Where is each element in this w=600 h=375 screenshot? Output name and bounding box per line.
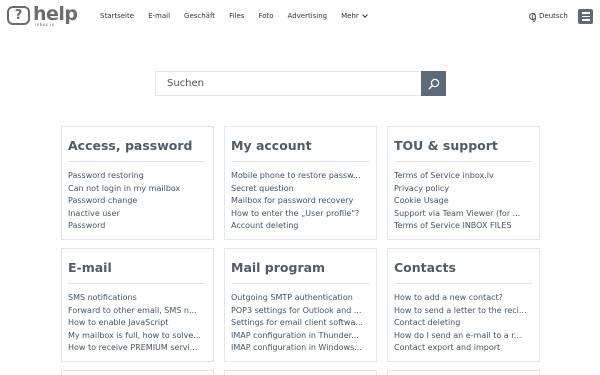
card-access-password: Access, password Password restoring Can … <box>61 126 214 240</box>
card-link[interactable]: How do I send an e-mail to a r... <box>394 330 533 343</box>
card-title[interactable]: TOU & support <box>394 138 533 154</box>
card-title[interactable]: Access, password <box>68 138 207 154</box>
card-title[interactable]: E-mail <box>68 260 207 276</box>
card-link[interactable]: My mailbox is full, how to solve... <box>68 330 207 343</box>
nav-files[interactable]: Files <box>229 12 244 20</box>
nav-foto[interactable]: Foto <box>258 12 273 20</box>
card-link[interactable]: Can not login in my mailbox <box>68 183 207 196</box>
card-link[interactable]: How to add a new contact? <box>394 292 533 305</box>
card-tou-support: TOU & support Terms of Service inbox.lv … <box>387 126 540 240</box>
card-link[interactable]: How to enable JavaScript <box>68 317 207 330</box>
nav-more-label: Mehr <box>341 12 359 20</box>
nav-geschaeft[interactable]: Geschäft <box>184 12 215 20</box>
card-link[interactable]: Privacy policy <box>394 183 533 196</box>
card-link[interactable]: How to send a letter to the reci... <box>394 305 533 318</box>
card-title[interactable]: Mail program <box>231 260 370 276</box>
divider <box>68 161 206 162</box>
divider <box>394 283 532 284</box>
card-contacts: Contacts How to add a new contact? How t… <box>387 248 540 362</box>
logo-question-icon: ? <box>7 6 30 25</box>
card-link[interactable]: How to receive PREMIUM servi... <box>68 342 207 355</box>
divider <box>394 161 532 162</box>
card-link[interactable]: Mobile phone to restore passw... <box>231 170 370 183</box>
divider <box>68 283 206 284</box>
card-link[interactable]: IMAP configuration in Thunder... <box>231 330 370 343</box>
card-mail-program: Mail program Outgoing SMTP authenticatio… <box>224 248 377 362</box>
card-link[interactable]: SMS notifications <box>68 292 207 305</box>
card-link[interactable]: Outgoing SMTP authentication <box>231 292 370 305</box>
card-link[interactable]: Forward to other email, SMS n... <box>68 305 207 318</box>
logo[interactable]: ? help inbox.lv <box>7 3 78 27</box>
card-title[interactable]: Contacts <box>394 260 533 276</box>
hamburger-menu-button[interactable] <box>578 9 593 24</box>
card-email: E-mail SMS notifications Forward to othe… <box>61 248 214 362</box>
card-link[interactable]: Settings for email client softwa... <box>231 317 370 330</box>
card-partial <box>224 370 377 375</box>
card-link[interactable]: Contact deleting <box>394 317 533 330</box>
search-input[interactable] <box>155 71 421 96</box>
card-link[interactable]: Password restoring <box>68 170 207 183</box>
card-link[interactable]: Secret question <box>231 183 370 196</box>
card-link[interactable]: Contact export and import <box>394 342 533 355</box>
card-partial <box>61 370 214 375</box>
card-link[interactable]: Inactive user <box>68 208 207 221</box>
divider <box>231 161 369 162</box>
card-link[interactable]: IMAP configuration in Windows... <box>231 342 370 355</box>
nav-startseite[interactable]: Startseite <box>100 12 134 20</box>
logo-sub: inbox.lv <box>35 22 55 27</box>
card-link[interactable]: Account deleting <box>231 220 370 233</box>
card-link[interactable]: Support via Team Viewer (for ... <box>394 208 533 221</box>
divider <box>231 283 369 284</box>
logo-text: help <box>33 3 78 25</box>
language-label: Deutsch <box>539 12 568 20</box>
globe-icon <box>529 12 536 22</box>
card-link[interactable]: Mailbox for password recovery <box>231 195 370 208</box>
header: ? help inbox.lv Startseite E-mail Geschä… <box>0 0 600 34</box>
card-link[interactable]: Terms of Service inbox.lv <box>394 170 533 183</box>
card-link[interactable]: POP3 settings for Outlook and ... <box>231 305 370 318</box>
nav-more[interactable]: Mehr <box>341 12 368 20</box>
language-selector[interactable]: Deutsch <box>529 12 568 22</box>
card-my-account: My account Mobile phone to restore passw… <box>224 126 377 240</box>
nav-advertising[interactable]: Advertising <box>288 12 328 20</box>
chevron-down-icon <box>361 12 368 18</box>
card-title[interactable]: My account <box>231 138 370 154</box>
nav-email[interactable]: E-mail <box>148 12 170 20</box>
main-nav: Startseite E-mail Geschäft Files Foto Ad… <box>100 12 381 20</box>
card-partial <box>387 370 540 375</box>
card-link[interactable]: Password <box>68 220 207 233</box>
card-link[interactable]: Terms of Service INBOX FILES <box>394 220 533 233</box>
card-link[interactable]: Password change <box>68 195 207 208</box>
card-link[interactable]: How to enter the „User profile"? <box>231 208 370 221</box>
card-link[interactable]: Cookie Usage <box>394 195 533 208</box>
search-button[interactable] <box>421 71 446 96</box>
search-icon <box>428 78 439 90</box>
